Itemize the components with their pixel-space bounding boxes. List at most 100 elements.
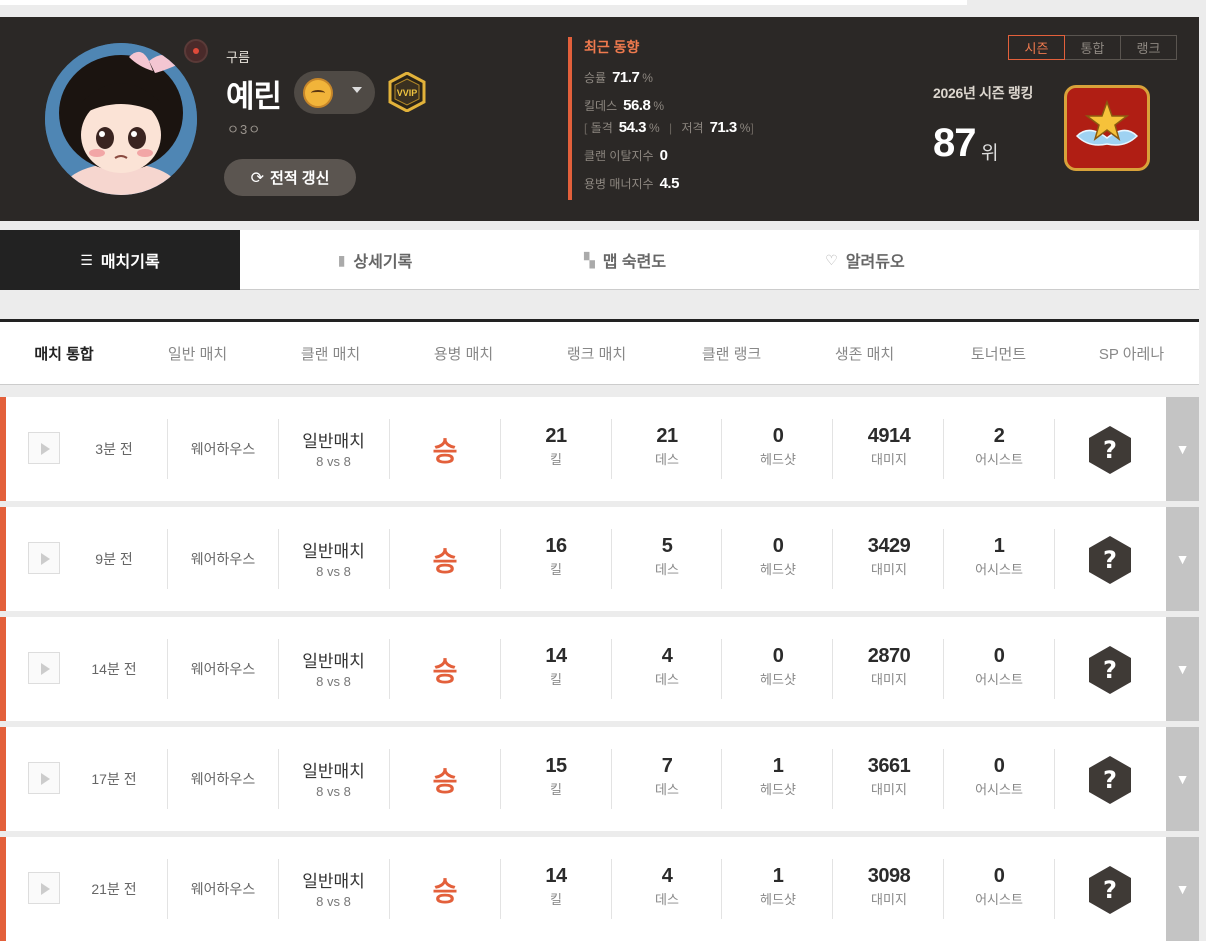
play-icon[interactable] [28, 872, 60, 904]
profile-header: 구름 예린 VVIP ㅇ3ㅇ ⟳ 전적 갱신 최근 동향 승률 71.7% 킬데스… [0, 17, 1199, 221]
filter-all-matches[interactable]: 매치 통합 [0, 322, 128, 385]
clan-leave-label: 클랜 이탈지수 [584, 149, 654, 163]
match-result: 승 [432, 546, 458, 577]
merc-manner-row: 용병 매너지수 4.5 [584, 175, 682, 192]
filter-tournament[interactable]: 토너먼트 [932, 322, 1065, 385]
death-value: 21 [656, 425, 678, 447]
match-mode-name: 일반매치 [302, 762, 365, 781]
assist-value: 0 [993, 645, 1005, 667]
bar-chart-icon: ▮ [337, 251, 346, 268]
kd-pct: % [653, 99, 664, 113]
status-dot-icon [184, 39, 208, 63]
expand-row-button[interactable]: ▼ [1166, 617, 1199, 721]
trend-title: 최근 동향 [584, 39, 640, 55]
clan-leave-value: 0 [659, 147, 668, 164]
record-tabs: ☰ 매치기록 ▮ 상세기록 ▚ 맵 숙련도 ♡ 알려듀오 [0, 230, 1199, 290]
svg-text:?: ? [1103, 436, 1117, 464]
play-icon[interactable] [28, 762, 60, 794]
play-icon[interactable] [28, 432, 60, 464]
damage-value: 3429 [867, 535, 911, 557]
sniper-value: 71.3 [709, 119, 738, 136]
tab-map-mastery[interactable]: ▚ 맵 숙련도 [510, 230, 740, 290]
expand-row-button[interactable]: ▼ [1166, 837, 1199, 941]
expand-row-button[interactable]: ▼ [1166, 507, 1199, 611]
top-strip [0, 0, 1206, 17]
smiley-emblem-icon [303, 78, 333, 108]
damage-value: 3661 [867, 755, 911, 777]
stat-headshot: 1 헤드샷 [723, 755, 833, 798]
damage-value: 4914 [867, 425, 911, 447]
match-result: 승 [432, 656, 458, 687]
stat-kill: 14 킬 [501, 865, 611, 908]
assault-value: 54.3 [618, 119, 647, 136]
divider [832, 639, 833, 699]
filter-rank-match[interactable]: 랭크 매치 [530, 322, 663, 385]
ranking-tab-season[interactable]: 시즌 [1008, 35, 1065, 60]
divider [721, 529, 722, 589]
question-badge-icon: ? [1087, 865, 1133, 915]
kill-value: 15 [545, 755, 567, 777]
kill-label: 킬 [550, 782, 562, 797]
tab-match-records[interactable]: ☰ 매치기록 [0, 230, 240, 290]
death-value: 7 [661, 755, 673, 777]
match-format: 8 vs 8 [316, 674, 351, 689]
season-ranking-label: 2026년 시즌 랭킹 [933, 85, 1034, 101]
assist-label: 어시스트 [975, 452, 1023, 467]
triangle-down-icon: ▼ [1175, 551, 1190, 567]
filter-normal-match[interactable]: 일반 매치 [131, 322, 264, 385]
damage-value: 2870 [867, 645, 911, 667]
tab-duo[interactable]: ♡ 알려듀오 [740, 230, 990, 290]
filter-survival-match[interactable]: 생존 매치 [798, 322, 931, 385]
headshot-value: 0 [772, 535, 784, 557]
death-value: 4 [661, 645, 673, 667]
stat-headshot: 0 헤드샷 [723, 425, 833, 468]
headshot-label: 헤드샷 [760, 452, 796, 467]
ranking-tab-rank[interactable]: 랭크 [1120, 35, 1177, 60]
divider [721, 419, 722, 479]
assist-value: 0 [993, 865, 1005, 887]
kd-value: 56.8 [623, 97, 651, 114]
ranking-tab-total[interactable]: 통합 [1064, 35, 1121, 60]
death-label: 데스 [655, 562, 679, 577]
headshot-label: 헤드샷 [760, 562, 796, 577]
emblem-dropdown[interactable] [294, 71, 375, 114]
play-icon[interactable] [28, 542, 60, 574]
expand-row-button[interactable]: ▼ [1166, 397, 1199, 501]
expand-row-button[interactable]: ▼ [1166, 727, 1199, 831]
stat-headshot: 0 헤드샷 [723, 645, 833, 688]
match-mode: 일반매치 8 vs 8 [278, 867, 389, 909]
match-row: 17분 전 웨어하우스 일반매치 8 vs 8 승 15 킬 7 데스 1 헤드… [0, 727, 1199, 831]
stat-kill: 15 킬 [501, 755, 611, 798]
win-indicator-bar [0, 617, 6, 721]
play-icon[interactable] [28, 652, 60, 684]
assist-label: 어시스트 [975, 562, 1023, 577]
stat-assist: 0 어시스트 [944, 645, 1054, 688]
headshot-value: 0 [772, 425, 784, 447]
win-indicator-bar [0, 727, 6, 831]
headshot-label: 헤드샷 [760, 782, 796, 797]
tab-label: 알려듀오 [845, 254, 905, 271]
refresh-record-button[interactable]: ⟳ 전적 갱신 [224, 159, 356, 196]
filter-merc-match[interactable]: 용병 매치 [397, 322, 530, 385]
question-badge-icon: ? [1087, 535, 1133, 585]
assist-value: 2 [993, 425, 1005, 447]
filter-clan-match[interactable]: 클랜 매치 [264, 322, 397, 385]
filter-sp-arena[interactable]: SP 아레나 [1065, 322, 1198, 385]
winrate-row: 승률 71.7% [584, 69, 653, 86]
rank-emblem-icon [1064, 85, 1150, 171]
divider [721, 859, 722, 919]
filter-clan-rank[interactable]: 클랜 랭크 [665, 322, 798, 385]
match-time: 17분 전 [91, 771, 137, 787]
match-mode-name: 일반매치 [302, 872, 365, 891]
triangle-down-icon: ▼ [1175, 441, 1190, 457]
svg-text:?: ? [1103, 876, 1117, 904]
stat-kill: 16 킬 [501, 535, 611, 578]
handshake-icon: ♡ [825, 251, 838, 268]
match-time: 9분 전 [95, 551, 133, 567]
tab-detail-records[interactable]: ▮ 상세기록 [240, 230, 510, 290]
kill-label: 킬 [550, 892, 562, 907]
stat-assist: 0 어시스트 [944, 865, 1054, 908]
match-mode: 일반매치 8 vs 8 [278, 537, 389, 579]
divider [721, 639, 722, 699]
winrate-pct: % [642, 71, 653, 85]
